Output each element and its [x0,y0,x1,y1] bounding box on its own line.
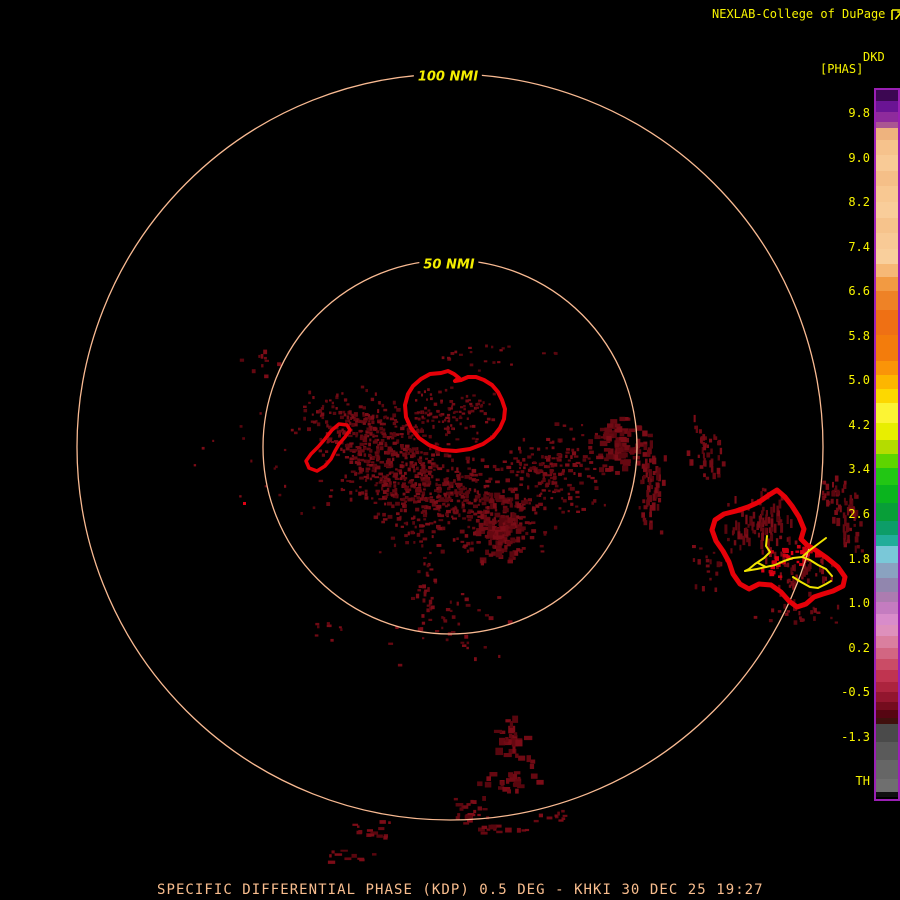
colorbar-band [876,440,898,455]
colorbar-band [876,503,898,521]
colorbar-band [876,374,898,390]
colorbar-band [876,710,898,718]
colorbar-band [876,723,898,743]
colorbar-band [876,264,898,278]
colorbar-band [876,535,898,547]
colorbar-band [876,681,898,693]
colorbar-band [876,101,898,112]
colorbar-tick: 1.0 [848,596,870,610]
colorbar-band [876,563,898,578]
colorbar-band [876,791,898,798]
colorbar-tick: 9.0 [848,151,870,165]
colorbar-tick: 6.6 [848,284,870,298]
colorbar-band [876,277,898,292]
colorbar-band [876,468,898,486]
colorbar-tick: 2.6 [848,507,870,521]
range-ring-label: 50 NMI [419,257,479,273]
colorbar-band [876,128,898,140]
colorbar-tick: TH [855,774,870,788]
radar-viewer: 100 NMI 50 NMI NEXLAB-College of DuPage D… [0,0,900,900]
colorbar-band [876,670,898,682]
colorbar-tick-labels: 9.8 9.0 8.2 7.4 6.6 5.8 5.0 4.2 3.4 2.6 1.8 1.0 0.2 -… [818,0,870,900]
colorbar-band [876,423,898,441]
colorbar-band [876,577,898,592]
brand-header: NEXLAB-College of DuPage [712,7,900,22]
range-rings [76,73,824,821]
colorbar-band [876,546,898,564]
product-caption: SPECIFIC DIFFERENTIAL PHASE (KDP) 0.5 DE… [157,882,764,898]
colorbar-band [876,389,898,404]
colorbar-band [876,454,898,469]
colorbar-tick: 1.8 [848,552,870,566]
colorbar-band [876,692,898,702]
colorbar-tick: 8.2 [848,195,870,209]
colorbar [874,88,900,801]
colorbar-band [876,139,898,156]
colorbar-band [876,291,898,310]
colorbar-band [876,403,898,424]
colorbar-tick: -1.3 [841,730,870,744]
colorbar-band [876,186,898,202]
colorbar-band [876,659,898,671]
colorbar-band [876,647,898,660]
colorbar-tick: 5.0 [848,373,870,387]
colorbar-tick: 9.8 [848,106,870,120]
colorbar-band [876,602,898,614]
colorbar-band [876,485,898,504]
colorbar-band [876,90,898,102]
colorbar-band [876,778,898,792]
colorbar-band [876,591,898,603]
range-ring-label: 100 NMI [413,69,483,85]
radar-display [76,73,864,864]
colorbar-band [876,613,898,626]
colorbar-band [876,335,898,361]
colorbar-band [876,701,898,711]
colorbar-band [876,309,898,336]
colorbar-band [876,233,898,249]
colorbar-band [876,742,898,761]
colorbar-band [876,170,898,187]
colorbar-tick: 5.8 [848,329,870,343]
colorbar-band [876,248,898,265]
arrow-box-icon [891,9,900,20]
colorbar-band [876,155,898,171]
colorbar-tick: 0.2 [848,641,870,655]
colorbar-band [876,636,898,648]
colorbar-band [876,217,898,234]
colorbar-tick: 4.2 [848,418,870,432]
colorbar-band [876,520,898,536]
colorbar-tick: -0.5 [841,685,870,699]
colorbar-band [876,760,898,779]
colorbar-tick: 3.4 [848,462,870,476]
colorbar-band [876,111,898,122]
colorbar-tick: 7.4 [848,240,870,254]
colorbar-band [876,201,898,218]
colorbar-band [876,360,898,375]
colorbar-band [876,625,898,637]
